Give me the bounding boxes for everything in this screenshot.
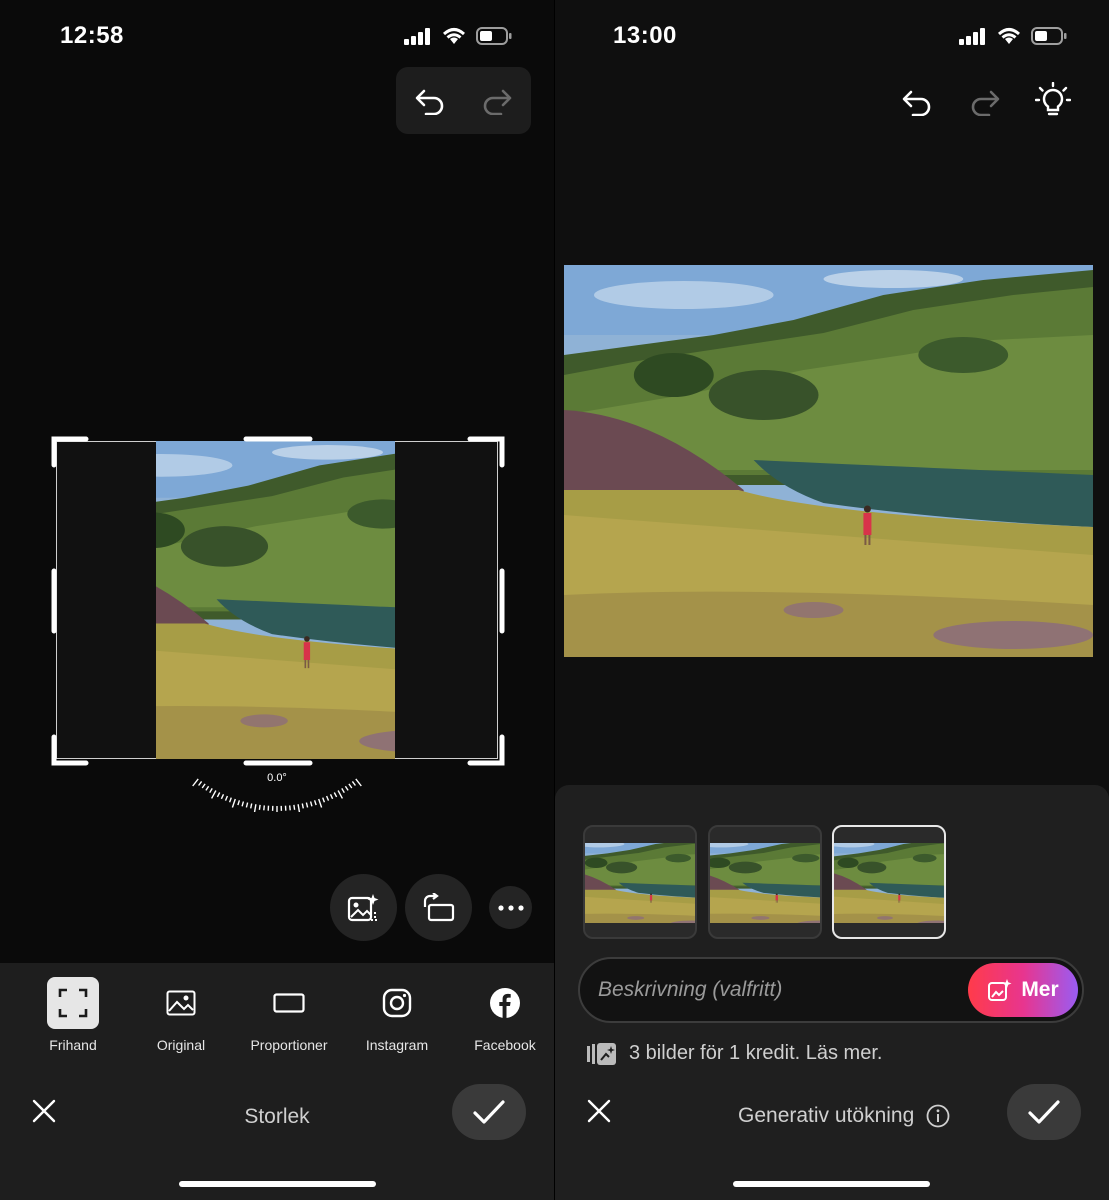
expanded-photo (564, 265, 1093, 657)
close-icon (587, 1099, 611, 1123)
option-label: Proportioner (250, 1037, 328, 1053)
credits-icon (587, 1042, 616, 1065)
home-indicator (179, 1181, 376, 1187)
undo-icon (902, 90, 931, 116)
rotate-button[interactable] (405, 874, 472, 941)
battery-icon (476, 27, 512, 45)
more-icon (497, 904, 524, 911)
redo-button[interactable] (963, 80, 1007, 124)
home-indicator (733, 1181, 930, 1187)
rotation-dial[interactable] (170, 758, 384, 812)
option-label: Instagram (365, 1037, 429, 1053)
option-proportions[interactable]: Proportioner (239, 963, 339, 1053)
battery-icon (1031, 27, 1067, 45)
checkmark-icon (473, 1100, 505, 1124)
generative-expand-screen: 13:00 Mer (555, 0, 1109, 1200)
generative-expand-icon (347, 893, 379, 921)
generative-expand-button[interactable] (330, 874, 397, 941)
cancel-button[interactable] (581, 1093, 617, 1129)
generative-expand-icon (988, 979, 1012, 1001)
status-icons (404, 26, 512, 46)
page-title: Generativ utökning (738, 1104, 915, 1127)
status-icons (959, 26, 1067, 46)
redo-icon (971, 90, 1000, 116)
wifi-icon (442, 28, 466, 44)
description-field: Mer (578, 957, 1084, 1023)
more-button[interactable] (489, 886, 532, 929)
status-time: 13:00 (613, 22, 677, 49)
undo-button[interactable] (895, 80, 939, 124)
credit-info-text: 3 bilder för 1 kredit. Läs mer. (629, 1042, 883, 1064)
variation-thumbnail-3[interactable] (832, 825, 946, 939)
option-label: Frihand (49, 1037, 97, 1053)
undo-icon (415, 89, 444, 115)
option-facebook[interactable]: Facebook (455, 963, 554, 1053)
crop-options-toolbar: Frihand Original Proportioner Instagram … (0, 963, 554, 1200)
lightbulb-icon (1035, 82, 1071, 116)
aspect-ratio-icon (263, 977, 315, 1029)
crop-handles[interactable] (50, 435, 506, 767)
history-controls (396, 67, 531, 134)
image-icon (155, 977, 207, 1029)
generate-more-label: Mer (1021, 978, 1059, 1001)
credit-info[interactable]: 3 bilder för 1 kredit. Läs mer. (587, 1042, 882, 1065)
option-freehand[interactable]: Frihand (23, 963, 123, 1053)
signal-icon (404, 28, 430, 45)
redo-icon (483, 89, 512, 115)
signal-icon (959, 28, 985, 45)
freehand-crop-icon (47, 977, 99, 1029)
confirm-button[interactable] (1007, 1084, 1081, 1140)
variation-thumbnail-2[interactable] (708, 825, 822, 939)
checkmark-icon (1028, 1100, 1060, 1124)
option-label: Original (156, 1037, 206, 1053)
description-input[interactable] (598, 959, 958, 1021)
status-time: 12:58 (60, 22, 124, 49)
crop-screen: 12:58 0.0° Frihand Original Proportioner… (0, 0, 554, 1200)
wifi-icon (997, 28, 1021, 44)
instagram-icon (371, 977, 423, 1029)
redo-button[interactable] (473, 77, 521, 125)
facebook-icon (479, 977, 531, 1029)
option-label: Facebook (474, 1037, 536, 1053)
generative-expand-panel: Mer 3 bilder för 1 kredit. Läs mer. Gene… (555, 785, 1109, 1200)
option-instagram[interactable]: Instagram (347, 963, 447, 1053)
rotate-icon (423, 892, 454, 921)
variation-thumbnail-1[interactable] (583, 825, 697, 939)
tips-button[interactable] (1031, 78, 1075, 124)
generate-more-button[interactable]: Mer (968, 963, 1078, 1017)
undo-button[interactable] (406, 77, 454, 125)
panel-title: Generativ utökning (738, 1104, 950, 1128)
confirm-button[interactable] (452, 1084, 526, 1140)
info-icon[interactable] (926, 1104, 950, 1128)
option-original[interactable]: Original (131, 963, 231, 1053)
rotation-angle-label: 0.0° (267, 772, 287, 784)
